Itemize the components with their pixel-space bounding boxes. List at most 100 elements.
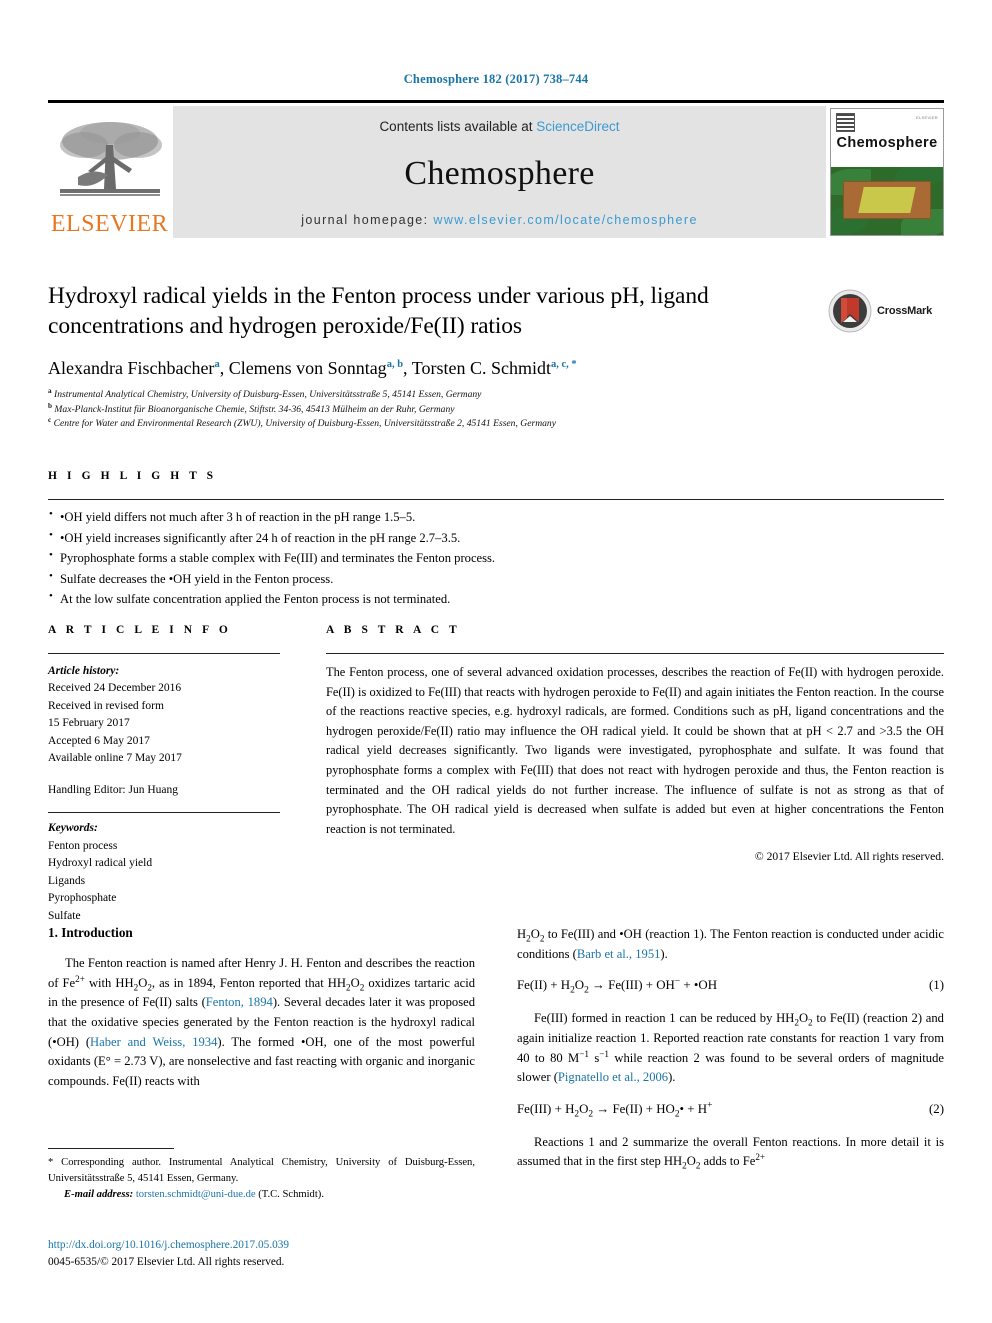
equation-2: Fe(III) + H2O2 → Fe(II) + HO2• + H+ (2) [517,1100,944,1120]
abstract-text: The Fenton process, one of several advan… [326,665,944,836]
equation-2-body: Fe(III) + H2O2 → Fe(II) + HO2• + H+ [517,1100,713,1120]
citation-link[interactable]: Fenton, 1894 [206,995,273,1009]
crossmark-badge[interactable]: CrossMark [828,288,940,334]
citation-link[interactable]: Barb et al., 1951 [577,947,661,961]
doi-link[interactable]: http://dx.doi.org/10.1016/j.chemosphere.… [48,1237,548,1254]
corresponding-author-footnote: * Corresponding author. Instrumental Ana… [48,1148,475,1203]
list-item: At the low sulfate concentration applied… [48,588,944,610]
history-item: Available online 7 May 2017 [48,752,182,765]
journal-homepage-url[interactable]: www.elsevier.com/locate/chemosphere [433,213,697,227]
author-name: Alexandra Fischbacher [48,357,215,378]
abstract-heading: A B S T R A C T [326,624,461,636]
paragraph: Reactions 1 and 2 summarize the overall … [517,1133,944,1172]
citation-link[interactable]: Pignatello et al., 2006 [558,1070,668,1084]
section-heading-introduction: 1. Introduction [48,925,133,940]
email-link[interactable]: torsten.schmidt@uni-due.de [136,1189,256,1200]
text-run: ). [668,1070,676,1085]
affiliation-text: Max-Planck-Institut für Bioanorganische … [54,403,455,415]
keyword-item: Pyrophosphate [48,892,117,905]
affiliation-item: c Centre for Water and Environmental Res… [48,417,808,432]
paragraph: The Fenton reaction is named after Henry… [48,956,476,1088]
affiliation-mark: b [48,401,52,410]
footnote-text: * Corresponding author. Instrumental Ana… [48,1155,475,1203]
issn-copyright: 0045-6535/© 2017 Elsevier Ltd. All right… [48,1255,285,1268]
divider [326,653,944,654]
affiliation-mark: c [48,416,52,425]
cover-journal-name: Chemosphere [836,135,938,151]
history-item: Received in revised form [48,699,164,712]
keywords-label: Keywords: [48,822,98,835]
homepage-prefix: journal homepage: [301,213,434,227]
equation-2-number: (2) [928,1101,944,1116]
author-name: Clemens von Sonntag [228,357,387,378]
keywords-block: Keywords: Fenton process Hydroxyl radica… [48,820,280,925]
sciencedirect-link[interactable]: ScienceDirect [536,119,619,134]
email-suffix: (T.C. Schmidt). [255,1188,324,1200]
equation-1: Fe(II) + H2O2 → Fe(III) + OH− + •OH (1) [517,976,944,996]
text-run: Fe(III) formed in reaction 1 can be redu… [534,1011,786,1026]
equation-1-number: (1) [928,978,944,993]
keyword-item: Sulfate [48,909,81,922]
cover-mini-label: ELSEVIER [916,115,938,120]
paper-page: Chemosphere 182 (2017) 738–744 ELSEVIER … [0,0,992,1323]
keyword-item: Ligands [48,874,86,887]
equation-1-body: Fe(II) + H2O2 → Fe(III) + OH− + •OH [517,976,718,996]
list-item: •OH yield increases significantly after … [48,527,944,549]
crossmark-icon [828,289,872,333]
body-column-right: H2O2 to Fe(III) and •OH (reaction 1). Th… [517,925,944,1182]
journal-homepage-line: journal homepage: www.elsevier.com/locat… [301,213,698,227]
running-head: Chemosphere 182 (2017) 738–744 [403,72,589,86]
affiliation-mark: a [48,387,52,396]
paragraph: H2O2 to Fe(III) and •OH (reaction 1). Th… [517,925,944,964]
keyword-item: Hydroxyl radical yield [48,857,153,870]
article-history: Article history: Received 24 December 20… [48,663,280,799]
article-info-heading: A R T I C L E I N F O [48,624,232,636]
paragraph: Fe(III) formed in reaction 1 can be redu… [517,1011,944,1085]
divider [48,1148,174,1149]
history-item: Received 24 December 2016 [48,682,182,695]
affiliation-list: a Instrumental Analytical Chemistry, Uni… [48,387,808,432]
cover-publisher-icon [836,113,855,132]
handling-editor: Handling Editor: Jun Huang [48,783,178,796]
elsevier-wordmark: ELSEVIER [50,211,169,237]
citation-link[interactable]: Haber and Weiss, 1934 [90,1035,217,1049]
affiliation-text: Instrumental Analytical Chemistry, Unive… [54,389,482,401]
text-run: with H [84,975,125,990]
contents-prefix: Contents lists available at [379,119,537,134]
author-affil-marks: a, c, * [550,358,577,370]
highlights-heading: H I G H L I G H T S [48,470,217,482]
info-abstract-row: A R T I C L E I N F O Article history: R… [48,624,944,925]
elsevier-logo: ELSEVIER [48,106,171,238]
history-item: Accepted 6 May 2017 [48,734,150,747]
cover-artwork [831,167,943,235]
body-columns: 1. Introduction The Fenton reaction is n… [48,925,944,1182]
formula-h2o2: H2O2 [785,1011,813,1028]
formula-h2o2: H2O2 [124,975,152,993]
list-item: Pyrophosphate forms a stable complex wit… [48,547,944,569]
divider [48,653,280,654]
abstract-section: A B S T R A C T The Fenton process, one … [326,624,944,925]
elsevier-tree-icon [59,122,162,196]
abstract-copyright: © 2017 Elsevier Ltd. All rights reserved… [754,850,944,864]
affiliation-item: a Instrumental Analytical Chemistry, Uni… [48,387,808,403]
journal-title: Chemosphere [404,154,595,192]
article-info-section: A R T I C L E I N F O Article history: R… [48,624,280,925]
text-run: , as in 1894, Fenton reported that H [151,975,337,990]
doi-block: http://dx.doi.org/10.1016/j.chemosphere.… [48,1237,548,1271]
highlights-list: •OH yield differs not much after 3 h of … [48,506,944,610]
affiliation-item: b Max-Planck-Institut für Bioanorganisch… [48,401,808,418]
author-affil-marks: a, b [386,358,404,370]
journal-cover-thumbnail: ELSEVIER Chemosphere [830,108,944,236]
author-name: Torsten C. Schmidt [411,357,551,378]
divider [48,499,944,500]
affiliation-text: Centre for Water and Environmental Resea… [53,418,556,430]
text-run: ). [660,946,668,961]
page-title: Hydroxyl radical yields in the Fenton pr… [48,283,709,339]
body-column-left: 1. Introduction The Fenton reaction is n… [48,925,475,1182]
article-history-label: Article history: [48,665,120,677]
author-list: Alexandra Fischbachera, Clemens von Sonn… [48,357,577,378]
formula-h2o2: H2O2 [673,1154,701,1171]
article-header: Hydroxyl radical yields in the Fenton pr… [48,282,808,432]
journal-band: Contents lists available at ScienceDirec… [173,106,826,238]
